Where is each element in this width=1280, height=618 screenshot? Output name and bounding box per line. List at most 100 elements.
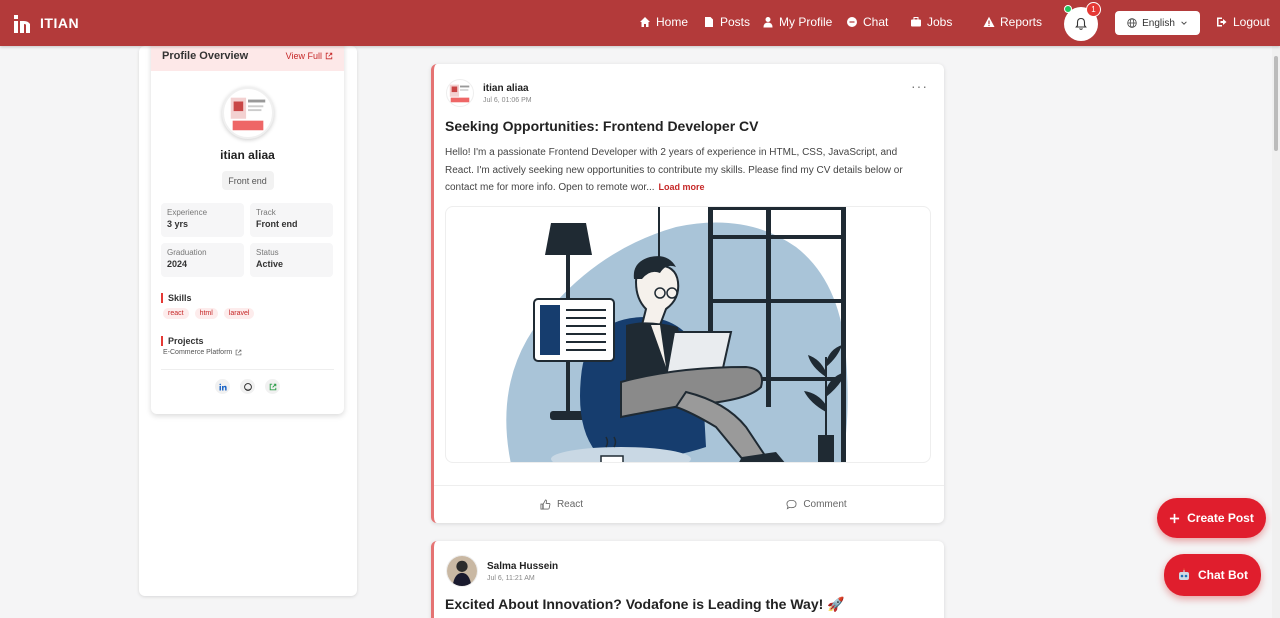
logout-button[interactable]: Logout (1216, 15, 1270, 29)
post-card: itian aliaa Jul 6, 01:06 PM ··· Seeking … (431, 64, 944, 523)
projects-title: Projects (168, 336, 204, 346)
comment-icon (786, 499, 797, 510)
chat-icon (847, 17, 857, 27)
create-post-label: Create Post (1187, 511, 1254, 525)
stat-label: Track (256, 208, 276, 217)
author-avatar[interactable] (446, 555, 478, 587)
stat-label: Experience (167, 208, 208, 217)
post-header: Salma Hussein Jul 6, 11:21 AM (446, 555, 558, 587)
view-full-label: View Full (285, 50, 322, 61)
online-indicator (1064, 5, 1072, 13)
author-avatar[interactable] (446, 79, 474, 107)
linkedin-link[interactable] (215, 379, 230, 394)
page-scrollbar-thumb[interactable] (1274, 56, 1278, 151)
nav-reports[interactable]: Reports (983, 15, 1042, 29)
track-badge: Front end (221, 171, 274, 190)
brand[interactable]: ITIAN (14, 13, 79, 33)
stat-label: Graduation (167, 248, 207, 257)
nav-jobs-label: Jobs (927, 15, 953, 29)
stat-status: Status Active (250, 243, 333, 277)
stat-value: 3 yrs (167, 219, 189, 229)
load-more-link[interactable]: Load more (659, 182, 705, 192)
project-link[interactable]: E-Commerce Platform (151, 349, 344, 356)
robot-icon (1179, 568, 1189, 580)
profile-overview-card: Profile Overview View Full itian aliaa F… (151, 40, 344, 414)
create-post-button[interactable]: Create Post (1157, 498, 1266, 538)
section-accent-bar (161, 336, 163, 346)
external-link-icon (325, 52, 333, 59)
nav-reports-label: Reports (1000, 15, 1043, 29)
bell-icon (1075, 17, 1087, 30)
section-accent-bar (161, 293, 163, 303)
react-button[interactable]: React (434, 486, 689, 523)
briefcase-icon (911, 17, 921, 27)
skills-list: react html laravel (151, 308, 344, 319)
language-label: English (1142, 17, 1175, 29)
comment-button[interactable]: Comment (689, 486, 944, 523)
github-icon (243, 382, 252, 391)
warning-icon (983, 16, 995, 27)
file-icon (705, 17, 713, 27)
view-full-link[interactable]: View Full (286, 51, 333, 61)
skill-tag: html (194, 308, 218, 319)
nav-posts-label: Posts (720, 15, 751, 29)
globe-icon (1127, 18, 1137, 28)
profile-avatar[interactable] (221, 87, 274, 139)
nav-jobs[interactable]: Jobs (910, 15, 952, 29)
nav-home-label: Home (656, 15, 689, 29)
home-icon (640, 17, 650, 27)
skills-title: Skills (168, 293, 192, 303)
post-title: Seeking Opportunities: Frontend Develope… (445, 118, 759, 134)
logout-icon (1217, 17, 1227, 27)
chevron-down-icon (1181, 21, 1187, 25)
notifications-button[interactable]: 1 (1064, 2, 1101, 41)
stat-graduation: Graduation 2024 (161, 243, 244, 277)
person-photo-icon (447, 556, 477, 586)
social-links (151, 379, 344, 394)
top-navbar: ITIAN Home Posts My Profile Chat Jobs Re… (0, 0, 1280, 46)
brand-name: ITIAN (40, 15, 80, 31)
nav-home[interactable]: Home (639, 15, 688, 29)
stat-value: Front end (256, 219, 298, 229)
linkedin-icon (218, 383, 227, 390)
post-title: Excited About Innovation? Vodafone is Le… (445, 596, 845, 612)
projects-heading: Projects (151, 336, 344, 346)
skill-tag: laravel (223, 308, 255, 319)
profile-stats-grid: Experience 3 yrs Track Front end Graduat… (151, 203, 344, 277)
user-icon (763, 17, 773, 28)
profile-card-title: Profile Overview (162, 49, 249, 62)
chat-bot-button[interactable]: Chat Bot (1164, 554, 1261, 596)
external-link-icon (235, 349, 242, 356)
notification-count-badge: 1 (1086, 2, 1101, 17)
post-author-name[interactable]: Salma Hussein (487, 561, 558, 572)
post-actions-bar: React Comment (434, 485, 944, 523)
github-link[interactable] (240, 379, 255, 394)
post-author-name[interactable]: itian aliaa (483, 83, 532, 94)
skill-tag: react (163, 308, 189, 319)
post-timestamp: Jul 6, 11:21 AM (487, 574, 535, 582)
post-header: itian aliaa Jul 6, 01:06 PM (446, 79, 532, 107)
more-options-icon[interactable]: ··· (911, 78, 928, 94)
thumbs-up-icon (540, 499, 551, 510)
nav-chat-label: Chat (863, 15, 889, 29)
itian-logo-icon (14, 15, 30, 33)
nav-my-profile[interactable]: My Profile (762, 15, 832, 29)
post-card: Salma Hussein Jul 6, 11:21 AM Excited Ab… (431, 541, 944, 618)
language-select[interactable]: English (1115, 11, 1200, 35)
portfolio-link[interactable] (265, 379, 280, 394)
post-image[interactable] (445, 206, 931, 463)
post-timestamp: Jul 6, 01:06 PM (483, 96, 532, 104)
chat-bot-label: Chat Bot (1198, 568, 1248, 582)
cv-thumbnail-icon (449, 84, 470, 103)
comment-label: Comment (803, 499, 847, 510)
stat-value: 2024 (167, 259, 188, 269)
plus-icon (1170, 513, 1180, 523)
external-link-icon (269, 383, 276, 390)
skills-heading: Skills (151, 293, 344, 303)
cv-thumbnail-icon (224, 90, 271, 136)
profile-name: itian aliaa (220, 148, 275, 162)
nav-my-profile-label: My Profile (779, 15, 833, 29)
nav-chat[interactable]: Chat (846, 15, 888, 29)
nav-posts[interactable]: Posts (703, 15, 750, 29)
logout-label: Logout (1233, 15, 1270, 29)
